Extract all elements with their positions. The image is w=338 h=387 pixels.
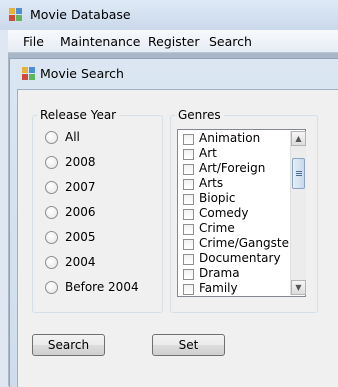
genre-label[interactable]: Art/Foreign [199, 161, 265, 175]
genre-label[interactable]: Family [199, 281, 238, 295]
scroll-down-icon[interactable]: ▼ [291, 280, 306, 295]
genre-checkbox[interactable] [183, 209, 194, 220]
genre-label[interactable]: Art [199, 146, 217, 160]
window-title: Movie Database [30, 7, 131, 22]
genre-checkbox[interactable] [183, 134, 194, 145]
radio-2004-label[interactable]: 2004 [65, 255, 96, 269]
radio-before-2004-label[interactable]: Before 2004 [65, 280, 139, 294]
genre-checkbox[interactable] [183, 164, 194, 175]
radio-2005-label[interactable]: 2005 [65, 230, 96, 244]
genre-label[interactable]: Drama [199, 266, 240, 280]
genre-checkbox[interactable] [183, 194, 194, 205]
genres-label: Genres [175, 108, 224, 122]
genre-label[interactable]: Animation [199, 131, 260, 145]
set-button[interactable]: Set [152, 334, 225, 356]
radio-2007[interactable] [45, 181, 58, 194]
menu-file[interactable]: File [23, 34, 44, 49]
genre-checkbox[interactable] [183, 284, 194, 295]
radio-2004[interactable] [45, 256, 58, 269]
genre-label[interactable]: Arts [199, 176, 223, 190]
radio-2008[interactable] [45, 156, 58, 169]
radio-2008-label[interactable]: 2008 [65, 155, 96, 169]
child-window-icon [22, 67, 36, 81]
radio-all[interactable] [45, 131, 58, 144]
child-window-title: Movie Search [40, 66, 124, 81]
scroll-up-icon[interactable]: ▲ [291, 131, 306, 146]
radio-2006[interactable] [45, 206, 58, 219]
genre-checkbox[interactable] [183, 149, 194, 160]
genre-label[interactable]: Crime [199, 221, 235, 235]
genre-label[interactable]: Comedy [199, 206, 249, 220]
radio-2006-label[interactable]: 2006 [65, 205, 96, 219]
menu-maintenance[interactable]: Maintenance [60, 34, 141, 49]
genres-scrollbar[interactable]: ▲ ▼ [290, 131, 306, 295]
search-button[interactable]: Search [32, 334, 105, 356]
radio-2005[interactable] [45, 231, 58, 244]
genre-checkbox[interactable] [183, 179, 194, 190]
scrollbar-thumb[interactable] [292, 158, 305, 189]
genre-label[interactable]: Crime/Gangster [199, 236, 294, 250]
menu-register[interactable]: Register [148, 34, 199, 49]
genre-checkbox[interactable] [183, 269, 194, 280]
radio-2007-label[interactable]: 2007 [65, 180, 96, 194]
radio-all-label[interactable]: All [65, 130, 80, 144]
genres-checked-list[interactable]: Animation Art Art/Foreign Arts Biopic Co… [177, 129, 306, 297]
genre-label[interactable]: Documentary [199, 251, 281, 265]
menu-search[interactable]: Search [209, 34, 252, 49]
genre-checkbox[interactable] [183, 239, 194, 250]
genre-checkbox[interactable] [183, 224, 194, 235]
app-icon [9, 8, 23, 22]
release-year-label: Release Year [37, 108, 120, 122]
genre-label[interactable]: Biopic [199, 191, 235, 205]
genre-checkbox[interactable] [183, 254, 194, 265]
radio-before-2004[interactable] [45, 281, 58, 294]
